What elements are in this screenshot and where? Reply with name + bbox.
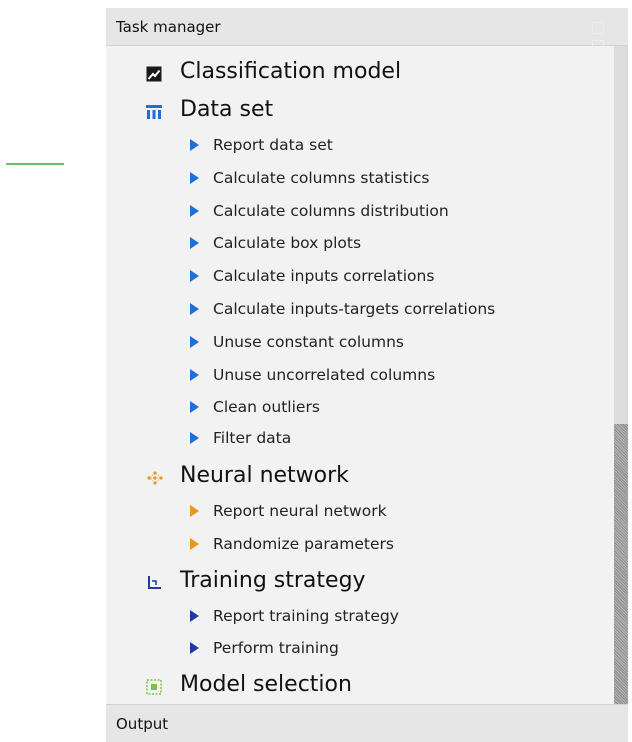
play-arrow-icon xyxy=(190,172,199,184)
play-arrow-icon xyxy=(190,205,199,217)
output-panel-header[interactable]: Output xyxy=(106,704,628,742)
float-icon[interactable] xyxy=(592,22,604,34)
task-manager-header[interactable]: Task manager xyxy=(106,8,628,52)
task-label: Calculate inputs correlations xyxy=(213,267,435,285)
category-label: Training strategy xyxy=(180,567,366,593)
play-arrow-icon xyxy=(190,401,199,413)
play-arrow-icon xyxy=(190,505,199,517)
category-label: Classification model xyxy=(180,58,402,84)
output-title: Output xyxy=(116,714,169,733)
task-label: Report training strategy xyxy=(213,607,399,625)
network-icon xyxy=(146,467,163,485)
task-label: Calculate columns statistics xyxy=(213,169,430,187)
category-label: Data set xyxy=(180,96,274,122)
play-arrow-icon xyxy=(190,432,199,444)
play-arrow-icon xyxy=(190,139,199,151)
axes-icon xyxy=(146,572,162,589)
play-arrow-icon xyxy=(190,642,199,654)
task-label: Unuse uncorrelated columns xyxy=(213,366,436,384)
task-label: Unuse constant columns xyxy=(213,333,404,351)
play-arrow-icon xyxy=(190,237,199,249)
task-tree: Classification model Data set Report dat… xyxy=(106,46,614,704)
task-label: Report data set xyxy=(213,136,333,154)
play-arrow-icon xyxy=(190,336,199,348)
play-arrow-icon xyxy=(190,369,199,381)
scrollbar-thumb[interactable] xyxy=(614,424,628,704)
task-label: Clean outliers xyxy=(213,398,320,416)
left-workspace xyxy=(0,0,106,742)
task-label: Report neural network xyxy=(213,502,387,520)
task-label: Calculate box plots xyxy=(213,234,362,252)
panel-title: Task manager xyxy=(116,17,221,36)
category-label: Neural network xyxy=(180,462,349,488)
play-arrow-icon xyxy=(190,303,199,315)
selection-square-icon xyxy=(146,676,162,695)
play-arrow-icon xyxy=(190,270,199,282)
play-arrow-icon xyxy=(190,538,199,550)
task-label: Perform training xyxy=(213,639,339,657)
task-label: Randomize parameters xyxy=(213,535,394,553)
category-label: Model selection xyxy=(180,671,352,697)
task-label: Calculate columns distribution xyxy=(213,202,449,220)
vertical-scrollbar[interactable] xyxy=(614,46,628,704)
header-controls xyxy=(588,20,618,52)
table-icon xyxy=(146,101,162,119)
connector-line xyxy=(6,163,64,165)
play-arrow-icon xyxy=(190,610,199,622)
chart-square-icon xyxy=(146,63,162,82)
task-label: Calculate inputs-targets correlations xyxy=(213,300,496,318)
task-label: Filter data xyxy=(213,429,292,447)
